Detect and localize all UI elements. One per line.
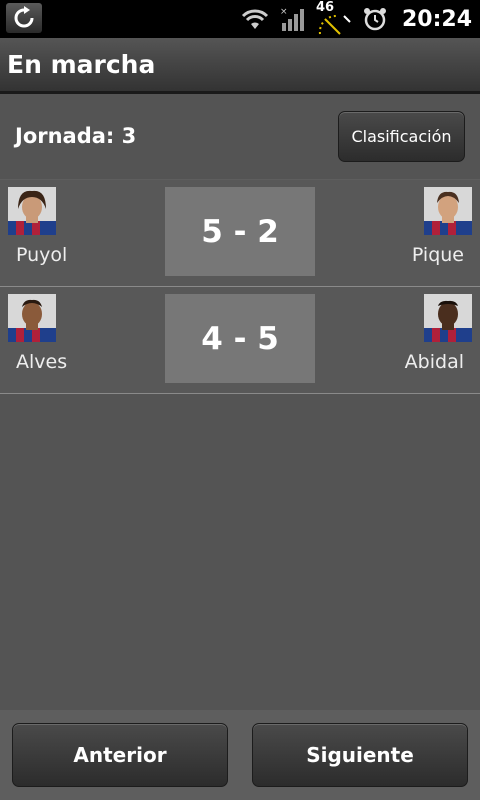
player-avatar [424,187,472,235]
match-row[interactable]: Puyol 5 - 2 Pique [0,179,480,287]
status-bar: × 46 20:24 [0,0,480,38]
round-label: Jornada: 3 [15,124,137,148]
status-time: 20:24 [401,6,472,32]
round-header: Jornada: 3 Clasificación [0,97,480,179]
previous-button[interactable]: Anterior [12,723,228,787]
player-avatar [424,294,472,342]
match-row[interactable]: Alves 4 - 5 Abidal [0,287,480,394]
speed-gauge-icon: 46 [316,0,352,36]
page-title: En marcha [7,50,156,79]
away-player-name: Pique [411,244,464,266]
bottom-navigation: Anterior Siguiente [0,710,480,800]
refresh-icon[interactable] [6,3,42,33]
wifi-icon [241,9,269,29]
match-score: 4 - 5 [165,294,315,383]
away-player-name: Abidal [404,351,464,373]
home-player-name: Alves [16,351,68,373]
signal-icon: × [280,7,304,31]
alarm-clock-icon [363,8,386,31]
standings-button[interactable]: Clasificación [338,111,465,162]
svg-text:×: × [280,7,288,17]
app-title-bar: En marcha [0,38,480,94]
match-list: Puyol 5 - 2 Pique Alves 4 - 5 Abidal [0,179,480,394]
next-button[interactable]: Siguiente [252,723,468,787]
match-score: 5 - 2 [165,187,315,276]
player-avatar [8,187,56,235]
home-player-name: Puyol [16,244,68,266]
player-avatar [8,294,56,342]
